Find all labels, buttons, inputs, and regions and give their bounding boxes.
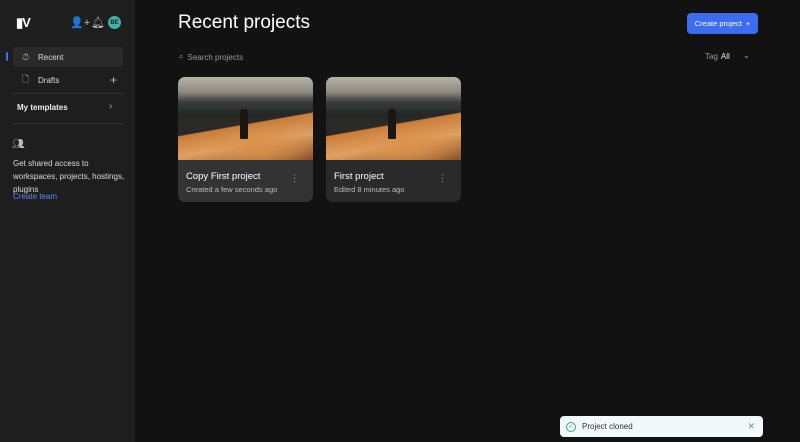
project-subtitle: Edited 8 minutes ago (334, 185, 405, 194)
share-text: Get shared access to workspaces, project… (13, 159, 125, 194)
create-project-label: Create project (694, 19, 742, 28)
close-icon[interactable]: ✕ (747, 421, 755, 432)
check-circle-icon: ✓ (566, 421, 576, 432)
page-title: Recent projects (178, 12, 311, 33)
chevron-right-icon[interactable]: › (109, 101, 112, 112)
thumbnail-figure (388, 109, 396, 139)
more-options-icon[interactable]: ⋮ (438, 173, 447, 184)
sidebar-item-drafts[interactable]: 🗋 Drafts + (13, 70, 123, 90)
active-indicator (6, 52, 8, 61)
search-input[interactable]: ⌕ Search projects (179, 52, 243, 62)
project-card[interactable]: First project Edited 8 minutes ago ⋮ (326, 77, 461, 202)
sidebar-item-label: Drafts (38, 75, 60, 85)
bell-icon[interactable]: 🔔︎ (91, 16, 105, 29)
project-title: First project (334, 171, 384, 182)
add-user-icon[interactable]: 👤+ (70, 16, 90, 29)
sidebar-item-label: Recent (38, 52, 64, 62)
project-title: Copy First project (186, 171, 261, 182)
project-card[interactable]: Copy First project Created a few seconds… (178, 77, 313, 202)
search-icon: ⌕ (179, 52, 184, 61)
tag-filter[interactable]: Tag All (705, 52, 730, 61)
stopwatch-icon: ⏱︎ (21, 51, 30, 62)
my-templates[interactable]: My templates (17, 103, 68, 112)
add-draft-icon[interactable]: + (110, 73, 117, 87)
plus-icon: + (745, 19, 751, 28)
logo[interactable]: ▮V (16, 15, 31, 31)
create-team-link[interactable]: Create team (13, 192, 57, 201)
divider (13, 123, 123, 124)
avatar[interactable]: BE (108, 16, 121, 29)
project-thumbnail (326, 77, 461, 160)
more-options-icon[interactable]: ⋮ (290, 173, 299, 184)
sidebar: ▮V 👤+ 🔔︎ BE ⏱︎ Recent 🗋 Drafts + My temp… (0, 0, 135, 442)
chevron-down-icon[interactable]: ⌄ (743, 51, 750, 60)
divider (13, 93, 123, 94)
project-thumbnail (178, 77, 313, 160)
create-project-button[interactable]: Create project + (687, 13, 758, 34)
toast: ✓ Project cloned ✕ (560, 416, 763, 437)
team-icon: 👥︎ (12, 139, 25, 150)
tag-value: All (720, 52, 730, 61)
thumbnail-figure (240, 109, 248, 139)
project-subtitle: Created a few seconds ago (186, 185, 278, 194)
tag-label: Tag (705, 52, 718, 61)
sidebar-item-recent[interactable]: ⏱︎ Recent (13, 47, 123, 67)
file-icon: 🗋 (21, 74, 30, 84)
search-placeholder: Search projects (187, 52, 244, 62)
toast-message: Project cloned (582, 422, 633, 431)
